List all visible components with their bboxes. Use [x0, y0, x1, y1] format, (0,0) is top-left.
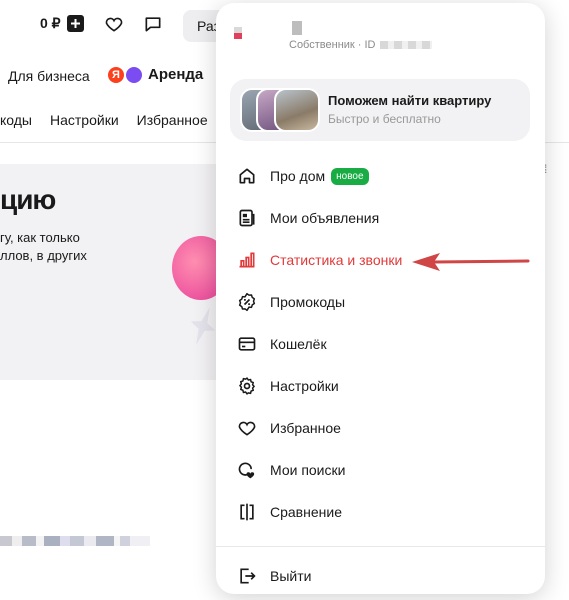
nav-settings[interactable]: Настройки [50, 112, 119, 128]
menu-item-wallet[interactable]: Кошелёк [234, 323, 534, 365]
gear-icon [234, 373, 260, 399]
menu-item-compare[interactable]: Сравнение [234, 491, 534, 533]
house-icon [234, 163, 260, 189]
rent-logo-icon [126, 66, 142, 83]
business-link[interactable]: Для бизнеса [8, 68, 90, 84]
menu-item-promocodes[interactable]: Промокоды [234, 281, 534, 323]
logout-label: Выйти [270, 568, 312, 584]
card-subtitle: Быстро и бесплатно [328, 112, 441, 126]
menu-item-settings[interactable]: Настройки [234, 365, 534, 407]
logout-icon [234, 563, 260, 589]
chat-icon[interactable] [143, 14, 163, 39]
top-up-icon[interactable] [66, 15, 84, 32]
favorites-heart-icon[interactable] [104, 14, 124, 39]
search-heart-icon [234, 457, 260, 483]
background-nav: коды Настройки Избранное [0, 112, 208, 128]
listings-icon [234, 205, 260, 231]
yandex-logo-icon: Я [108, 66, 124, 83]
user-name-hidden [292, 21, 302, 35]
balance-value: 0 ₽ [40, 15, 61, 31]
bar-chart-icon [234, 247, 260, 273]
wallet-balance[interactable]: 0 ₽ [40, 15, 84, 32]
user-menu: Собственник · ID Поможем найти квартиру … [216, 3, 545, 594]
promo-text: гу, как только ллов, в других [0, 230, 87, 263]
new-badge: новое [331, 167, 369, 185]
compare-icon [234, 499, 260, 525]
menu-item-about-house[interactable]: Про дом новое [234, 155, 534, 197]
rent-link[interactable]: Я Аренда [108, 66, 203, 83]
avatar [234, 27, 242, 39]
blurred-content [0, 536, 150, 546]
logout-item[interactable]: Выйти [234, 555, 534, 597]
menu-divider [216, 546, 545, 547]
annotation-arrow-icon [412, 253, 530, 271]
menu-item-my-listings[interactable]: Мои объявления [234, 197, 534, 239]
percent-badge-icon [234, 289, 260, 315]
apartment-thumbnails [240, 88, 320, 132]
heart-icon [234, 415, 260, 441]
wallet-card-icon [234, 331, 260, 357]
owner-id: Собственник · ID [289, 39, 432, 51]
promo-title: цию [0, 184, 56, 215]
menu-item-my-searches[interactable]: Мои поиски [234, 449, 534, 491]
nav-promocodes[interactable]: коды [0, 112, 32, 128]
card-title: Поможем найти квартиру [328, 93, 492, 108]
menu-items: Про дом новое Мои объявления Статистика … [234, 155, 534, 533]
find-apartment-card[interactable]: Поможем найти квартиру Быстро и бесплатн… [230, 79, 530, 141]
menu-item-favorites[interactable]: Избранное [234, 407, 534, 449]
nav-favorites[interactable]: Избранное [137, 112, 208, 128]
rent-label: Аренда [148, 66, 204, 83]
